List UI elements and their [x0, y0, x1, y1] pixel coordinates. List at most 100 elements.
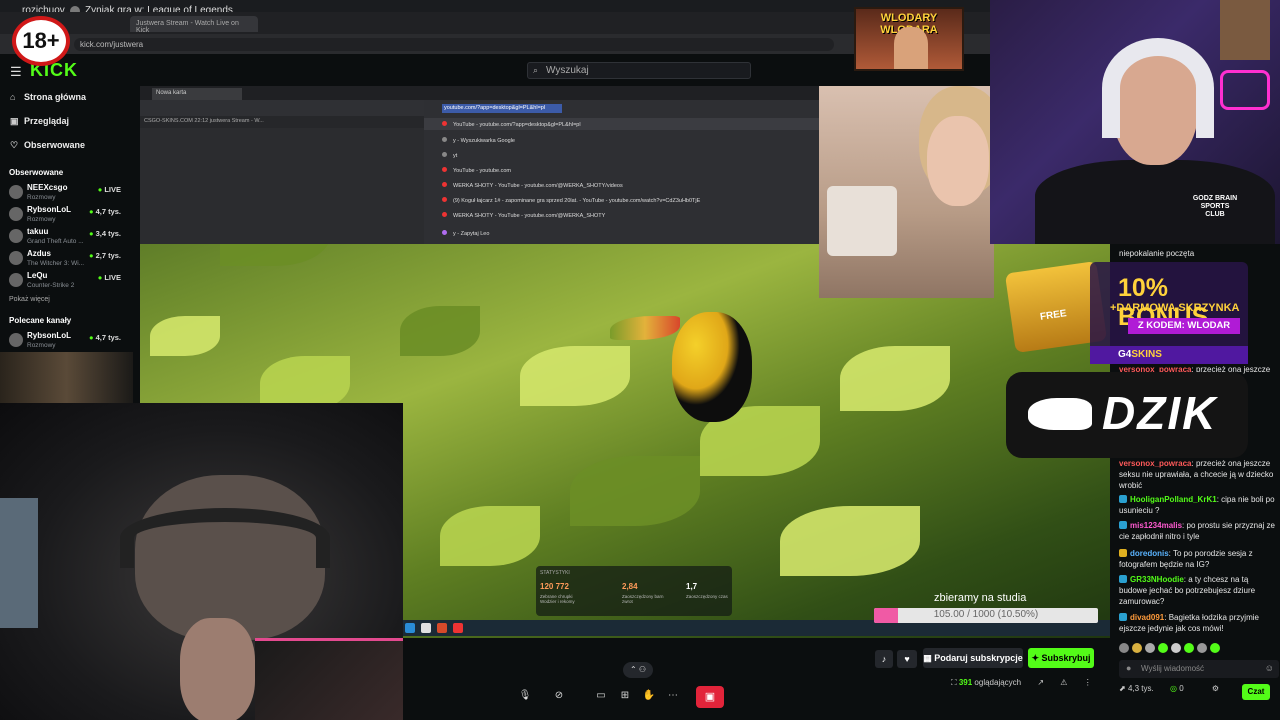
send-chat-button[interactable]: Czat [1242, 684, 1270, 700]
avatar [9, 251, 23, 265]
avatar [9, 333, 23, 347]
followed-channel[interactable]: takuu Grand Theft Auto ... ● 3,4 tys. [9, 226, 121, 250]
keyboard [255, 638, 403, 720]
leaf [150, 316, 220, 356]
kick-points-icon: ⬈ [1119, 684, 1126, 693]
suggestion-item: y - Wyszukiwarka Google [442, 137, 515, 144]
sidebar-item-home[interactable]: ⌂ Strona główna [10, 92, 86, 102]
gift-sub-button[interactable]: ▦ Podaruj subskrypcje [923, 648, 1023, 668]
subscribe-button[interactable]: ✦ Subskrybuj [1028, 648, 1094, 668]
suggestion-item: WERKA SHOTY - YouTube - youtube.com/@WER… [442, 212, 605, 219]
avatar [9, 229, 23, 243]
collapse-controls-button[interactable]: ⌃ ⚇ [623, 662, 653, 678]
avatar [9, 185, 23, 199]
banner-figure [894, 27, 928, 69]
suggestion-item: yt [442, 152, 457, 159]
shirt-text: GODZ BRAIN SPORTS CLUB [1192, 195, 1238, 218]
search-placeholder: Wyszukaj [546, 65, 589, 76]
taskbar-icon [453, 623, 463, 633]
chat-message: GR33NHoodie: a ty chcesz na tą budowe je… [1119, 575, 1256, 606]
browser-tab[interactable]: Justwera Stream - Watch Live on Kick [130, 16, 258, 34]
recommended-channel[interactable]: RybsonLoL Rozmowy ● 4,7 tys. [9, 330, 121, 354]
chat-message: mis1234malis: po prostu sie przyznaj ze … [1119, 521, 1275, 541]
followed-channel[interactable]: LeQu Counter-Strike 2 ● LIVE [9, 270, 121, 294]
shared-tab: Nowa karta [152, 88, 242, 100]
bookmarks-bar: CSGO-SKINS.COM 22:12 justwera Stream - W… [140, 116, 425, 128]
suggestion-item: y - Zapytaj Leo [442, 230, 489, 237]
gift-icon: ▦ [923, 653, 935, 663]
dzik-text: DZIK [1102, 387, 1218, 439]
menu-icon[interactable]: ☰ [10, 64, 22, 80]
live-badge: ● LIVE [97, 185, 121, 194]
emoji-icon[interactable]: ☺ [1265, 663, 1274, 673]
warning-icon[interactable]: ⚠ [1060, 678, 1067, 687]
leaf [840, 346, 950, 411]
leaf [570, 456, 700, 526]
browse-icon: ▣ [10, 116, 19, 126]
suggestion-item: (9) Koguł łajcarz 1# - zapominane gra sp… [442, 197, 700, 204]
kick-header: ☰ KICK ⌕ Wyszukaj [0, 56, 990, 86]
room-camera-strip [0, 352, 133, 404]
pillow [827, 186, 897, 256]
stat-label: Zaoszczędzony czas [686, 594, 728, 599]
show-more-link[interactable]: Pokaż więcej [9, 296, 50, 303]
stats-card: STATYSTYKI 120 772 Zebrane chrupki Wodzi… [536, 566, 732, 616]
goal-title: zbieramy na studia [934, 592, 1027, 604]
followed-channel[interactable]: NEEXcsgo Rozmowy ● LIVE [9, 182, 121, 206]
taskbar-icon [421, 623, 431, 633]
viewer-count: ● 2,7 tys. [88, 251, 121, 260]
promo-code: Z KODEM: WLODAR [1128, 318, 1240, 334]
chat-settings-icon[interactable]: ● [1126, 663, 1131, 673]
viewer-count: ● 4,7 tys. [88, 207, 121, 216]
gear-icon[interactable]: ⚙ [1212, 684, 1219, 693]
follow-button[interactable]: ♥ [897, 650, 917, 668]
address-bar[interactable]: kick.com/justwera [74, 38, 834, 51]
end-call-button[interactable]: ▣ [696, 686, 724, 708]
promo-brand: G4SKINS [1090, 346, 1248, 364]
leaf [440, 506, 540, 566]
search-input[interactable]: ⌕ Wyszukaj [527, 62, 751, 79]
taskbar-icon [405, 623, 415, 633]
headphones [120, 508, 330, 568]
stream-action-bar: ⌃ ⚇ ♪ ♥ ▦ Podaruj subskrypcje ✦ Subskryb… [403, 638, 1110, 720]
suggestion-item: YouTube - youtube.com [442, 167, 511, 174]
sidebar-item-browse[interactable]: ▣ Przeglądaj [10, 116, 69, 127]
chat-input[interactable]: ● Wyślij wiadomość ☺ [1119, 660, 1279, 678]
sidebar-item-following[interactable]: ♡ Obserwowane [10, 140, 85, 151]
stats-title: STATYSTYKI [540, 570, 570, 576]
more-options-icon[interactable]: ⋯ [663, 690, 683, 706]
chat-message: doredonis: To po porodzie sesja z fotogr… [1119, 549, 1253, 569]
followed-channel[interactable]: Azdus The Witcher 3: Wi... ● 2,7 tys. [9, 248, 121, 272]
bell-button[interactable]: ♪ [875, 650, 893, 668]
heart-icon: ♥ [904, 654, 910, 664]
streamer-hand [180, 618, 255, 720]
goal-progress-text: 105.00 / 1000 (10.50%) [933, 609, 1039, 620]
dzik-logo: DZIK [1006, 372, 1248, 458]
webcam-left [0, 403, 403, 720]
guest-face [927, 116, 989, 206]
more-icon[interactable]: ⋮ [1084, 678, 1092, 687]
toucan [672, 312, 752, 422]
share-screen-icon[interactable]: ▭ [591, 690, 611, 706]
chat-message: divad091: Bagietka łodzika przyjmie ejsz… [1119, 613, 1259, 633]
promo-banner: FREE 10% BONUS +DARMOWA SKRZYNKA Z KODEM… [1004, 260, 1248, 366]
followed-channel[interactable]: RybsonLoL Rozmowy ● 4,7 tys. [9, 204, 121, 228]
chat-message: niepokalanie poczęta [1119, 249, 1195, 258]
reaction-icon[interactable]: ✋ [639, 690, 659, 706]
share-icon[interactable]: ↗ [1037, 678, 1044, 687]
headphones [1102, 38, 1214, 138]
camera-off-icon[interactable]: ⊘ [549, 690, 569, 706]
layout-icon[interactable]: ⊞ [615, 690, 635, 706]
emote-bar[interactable] [1119, 640, 1279, 654]
stat-value: 120 772 [540, 582, 569, 591]
stat-label: Zaoszczędzony barn zwrot [622, 594, 664, 604]
suggestion-item: YouTube - youtube.com/?app=desktop&gl=PL… [442, 121, 581, 128]
leaf [520, 346, 630, 406]
leaf [780, 506, 920, 576]
chat-message: HooliganPolland_KrK1: cipa nie boli po u… [1119, 495, 1275, 515]
browser-tabbar: Justwera Stream - Watch Live on Kick [0, 12, 990, 34]
avatar [9, 273, 23, 287]
recommended-heading: Polecane kanały [9, 316, 72, 325]
mic-icon[interactable]: 🎙 [515, 690, 535, 706]
neon-sign [1220, 70, 1270, 110]
